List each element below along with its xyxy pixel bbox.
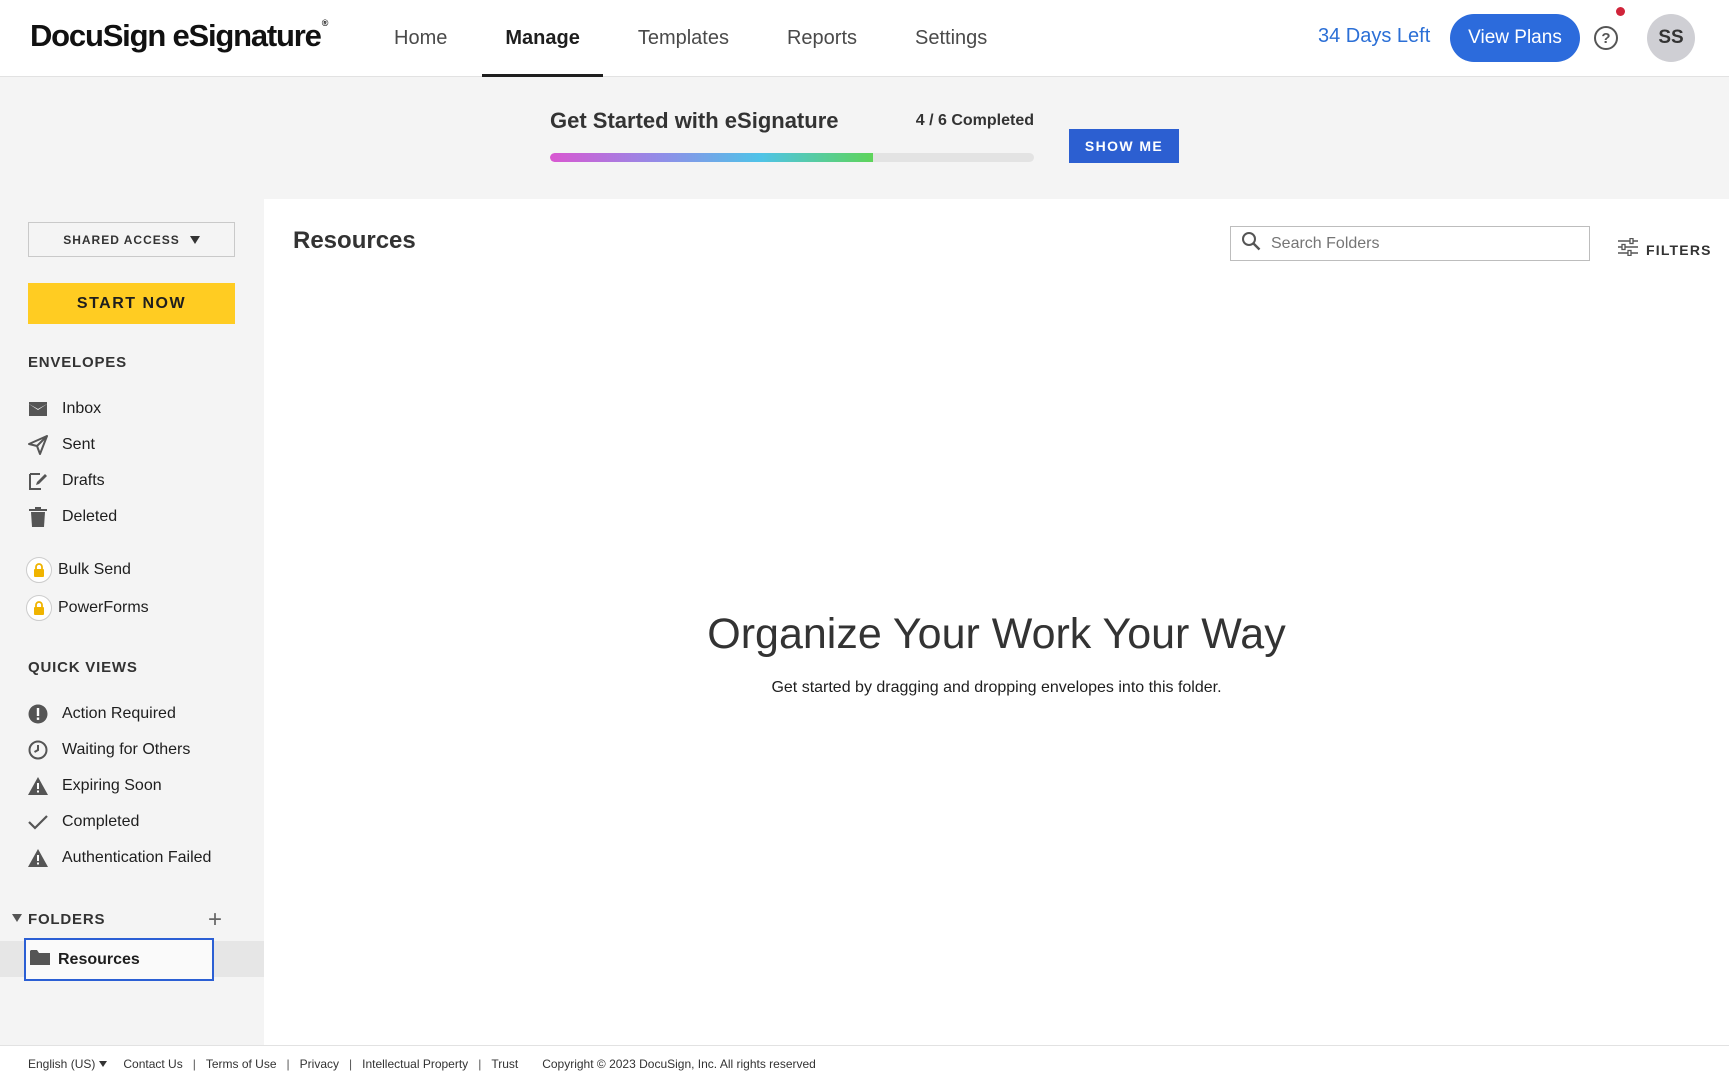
clock-icon <box>28 740 48 760</box>
sidebar-item-powerforms[interactable]: PowerForms <box>26 593 248 623</box>
sidebar-item-label: PowerForms <box>58 599 149 616</box>
top-navigation-bar: DocuSign eSignature® Home Manage Templat… <box>0 0 1729 78</box>
sidebar-item-label: Completed <box>62 813 140 830</box>
logo-trademark: ® <box>321 18 329 28</box>
sidebar: SHARED ACCESS START NOW ENVELOPES Inbox … <box>0 199 264 1045</box>
logo-text: DocuSign eSignature <box>30 18 322 53</box>
sidebar-item-action-required[interactable]: Action Required <box>28 699 248 729</box>
sidebar-item-completed[interactable]: Completed <box>28 807 248 837</box>
language-selector[interactable]: English (US) <box>28 1056 108 1071</box>
main-nav: Home Manage Templates Reports Settings <box>365 0 1016 78</box>
nav-tab-settings[interactable]: Settings <box>886 0 1016 77</box>
warning-triangle-icon <box>28 848 48 868</box>
lock-icon <box>26 557 52 583</box>
shared-access-dropdown[interactable]: SHARED ACCESS <box>28 222 235 257</box>
shared-access-label: SHARED ACCESS <box>63 232 180 247</box>
sidebar-item-label: Action Required <box>62 705 176 722</box>
sidebar-item-label: Waiting for Others <box>62 741 191 758</box>
paper-plane-icon <box>28 435 48 455</box>
nav-tab-reports[interactable]: Reports <box>758 0 886 77</box>
sidebar-item-sent[interactable]: Sent <box>28 430 248 460</box>
show-me-button[interactable]: SHOW ME <box>1069 129 1179 163</box>
add-folder-plus-icon[interactable]: + <box>208 908 222 932</box>
lock-icon <box>26 595 52 621</box>
search-icon <box>1241 231 1261 256</box>
footer-link-terms-of-use[interactable]: Terms of Use <box>206 1057 277 1071</box>
filters-button[interactable]: FILTERS <box>1618 237 1712 261</box>
get-started-progress-bar <box>550 153 1034 162</box>
sidebar-item-label: Drafts <box>62 472 105 489</box>
footer-link-privacy[interactable]: Privacy <box>300 1057 339 1071</box>
sidebar-item-label: Authentication Failed <box>62 849 212 866</box>
folders-collapse-caret-icon[interactable] <box>12 914 22 922</box>
checkmark-icon <box>28 812 48 832</box>
footer-link-contact-us[interactable]: Contact Us <box>123 1057 182 1071</box>
docusign-logo[interactable]: DocuSign eSignature® <box>30 18 329 54</box>
footer-separator: | <box>286 1056 290 1071</box>
footer: English (US) Contact Us | Terms of Use |… <box>0 1045 1729 1081</box>
progress-bar-fill <box>550 153 873 162</box>
empty-state-title: Organize Your Work Your Way <box>707 610 1286 658</box>
footer-separator: | <box>192 1056 196 1071</box>
view-plans-button[interactable]: View Plans <box>1450 14 1580 62</box>
sidebar-item-deleted[interactable]: Deleted <box>28 502 248 532</box>
sidebar-item-label: Expiring Soon <box>62 777 162 794</box>
trash-icon <box>28 507 48 527</box>
help-icon[interactable]: ? <box>1594 26 1618 50</box>
quick-views-section-label: QUICK VIEWS <box>28 659 138 676</box>
footer-separator: | <box>349 1056 353 1071</box>
copyright-text: Copyright © 2023 DocuSign, Inc. All righ… <box>542 1056 816 1071</box>
notification-dot-icon <box>1616 7 1625 16</box>
get-started-banner: Get Started with eSignature 4 / 6 Comple… <box>0 77 1729 199</box>
sidebar-item-inbox[interactable]: Inbox <box>28 394 248 424</box>
empty-state-subtitle: Get started by dragging and dropping env… <box>771 679 1222 696</box>
get-started-count: 4 / 6 Completed <box>915 112 1034 129</box>
envelopes-section-label: ENVELOPES <box>28 354 127 371</box>
nav-tab-home[interactable]: Home <box>365 0 476 77</box>
trial-days-left-link[interactable]: 34 Days Left <box>1318 25 1430 48</box>
folder-icon <box>30 949 50 970</box>
filters-label: FILTERS <box>1646 241 1712 258</box>
get-started-title: Get Started with eSignature <box>550 108 839 133</box>
sidebar-item-drafts[interactable]: Drafts <box>28 466 248 496</box>
nav-tab-manage[interactable]: Manage <box>476 0 608 78</box>
caret-down-icon <box>99 1060 108 1067</box>
language-label: English (US) <box>28 1056 96 1071</box>
folder-item-resources[interactable]: Resources <box>24 938 214 981</box>
sliders-icon <box>1618 237 1638 261</box>
sidebar-item-authentication-failed[interactable]: Authentication Failed <box>28 843 248 873</box>
search-folders-input[interactable] <box>1271 234 1571 253</box>
warning-triangle-icon <box>28 776 48 796</box>
start-now-button[interactable]: START NOW <box>28 283 235 324</box>
footer-separator: | <box>478 1056 482 1071</box>
exclamation-circle-icon <box>28 704 48 724</box>
sidebar-item-label: Inbox <box>62 400 102 417</box>
footer-link-trust[interactable]: Trust <box>491 1057 518 1071</box>
sidebar-item-expiring-soon[interactable]: Expiring Soon <box>28 771 248 801</box>
page-title: Resources <box>293 227 416 254</box>
user-avatar[interactable]: SS <box>1647 14 1695 62</box>
sidebar-item-waiting-for-others[interactable]: Waiting for Others <box>28 735 248 765</box>
nav-tab-templates[interactable]: Templates <box>609 0 758 77</box>
sidebar-item-label: Deleted <box>62 508 118 525</box>
folder-label: Resources <box>58 950 140 968</box>
inbox-icon <box>28 399 48 419</box>
caret-down-icon <box>189 235 200 244</box>
footer-link-intellectual-property[interactable]: Intellectual Property <box>362 1057 468 1071</box>
edit-icon <box>28 471 48 491</box>
search-folders-box[interactable] <box>1230 226 1590 261</box>
sidebar-item-label: Sent <box>62 436 95 453</box>
folders-section-label: FOLDERS <box>28 911 106 928</box>
sidebar-item-label: Bulk Send <box>58 561 131 578</box>
sidebar-item-bulk-send[interactable]: Bulk Send <box>26 555 248 585</box>
